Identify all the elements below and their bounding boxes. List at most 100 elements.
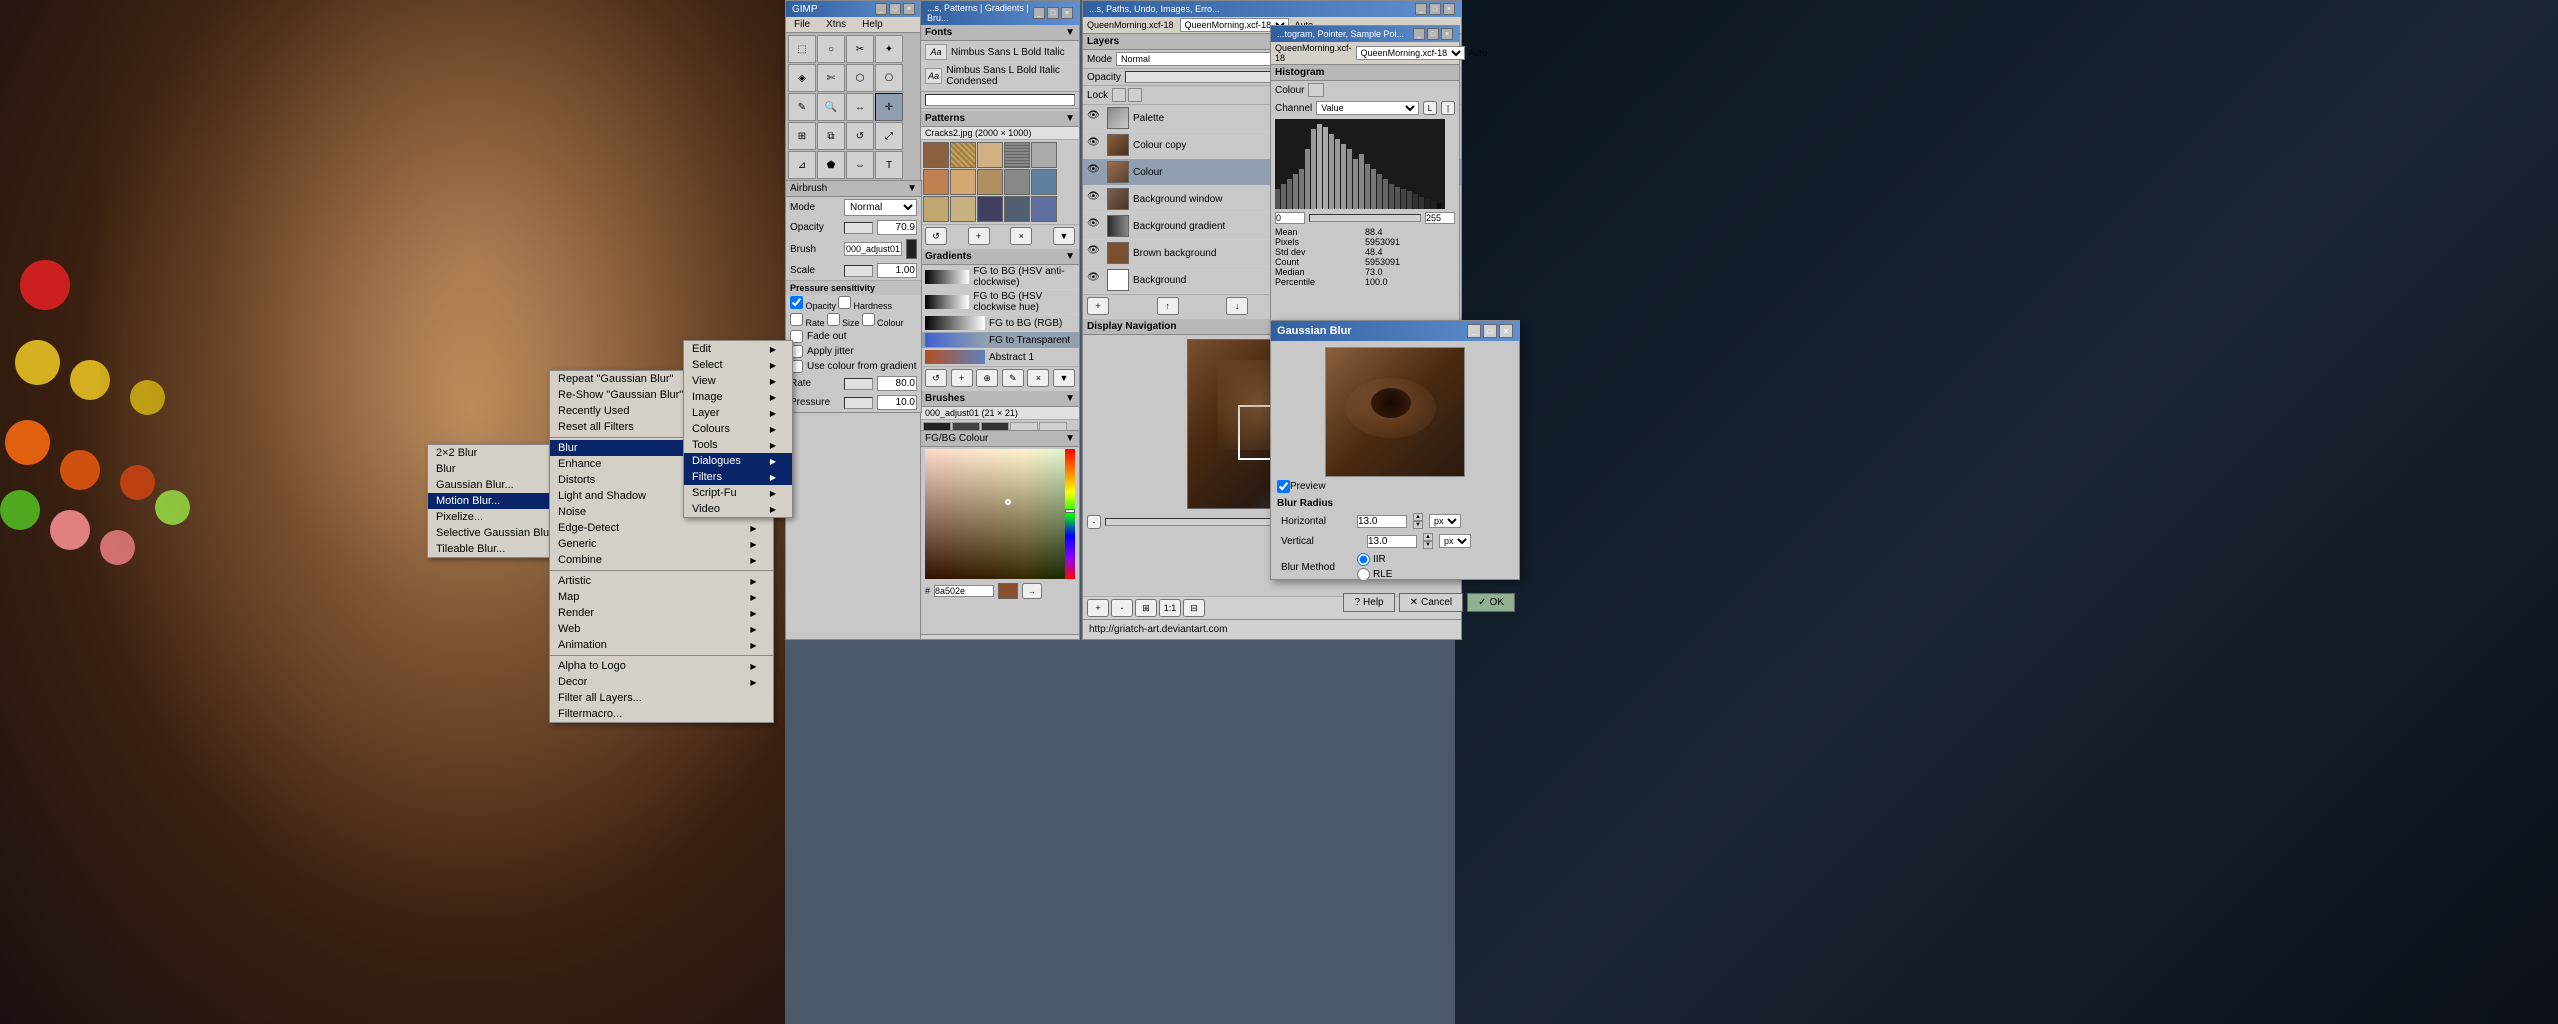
- nav-zoom-out[interactable]: -: [1087, 515, 1101, 529]
- layer-eye-bg-window[interactable]: 👁: [1087, 191, 1103, 207]
- sub-dialogues[interactable]: Dialogues ▶: [684, 453, 792, 469]
- tool-color-picker[interactable]: ✎: [788, 93, 816, 121]
- gaussian-dialog-controls[interactable]: _ □ ×: [1467, 324, 1513, 338]
- tool-rotate[interactable]: ↺: [846, 122, 874, 150]
- layer-btn-lower[interactable]: ↓: [1226, 297, 1248, 315]
- sub-layer[interactable]: Layer ▶: [684, 405, 792, 421]
- tool-text[interactable]: T: [875, 151, 903, 179]
- gradient-btn-menu[interactable]: ▼: [1053, 369, 1075, 387]
- tool-flip[interactable]: ⇔: [846, 151, 874, 179]
- tool-shear[interactable]: ⊿: [788, 151, 816, 179]
- pattern-btn-new[interactable]: +: [968, 227, 990, 245]
- sub-edit[interactable]: Edit ▶: [684, 341, 792, 357]
- airbrush-scale-input[interactable]: [877, 263, 917, 278]
- sub-colours[interactable]: Colours ▶: [684, 421, 792, 437]
- tool-options-controls[interactable]: _ □ ×: [1033, 7, 1073, 19]
- vertical-down[interactable]: ▼: [1423, 541, 1433, 549]
- filters-combine[interactable]: Combine ▶: [550, 552, 773, 568]
- tool-align[interactable]: ⊞: [788, 122, 816, 150]
- tool-select-color[interactable]: ◈: [788, 64, 816, 92]
- font-item-1[interactable]: Aa Nimbus Sans L Bold Italic Condensed: [921, 63, 1079, 90]
- layer-eye-bg-gradient[interactable]: 👁: [1087, 218, 1103, 234]
- pattern-btn-refresh[interactable]: ↺: [925, 227, 947, 245]
- filters-map[interactable]: Map ▶: [550, 589, 773, 605]
- gaussian-maximize[interactable]: □: [1483, 324, 1497, 338]
- img-win-maximize[interactable]: □: [1429, 3, 1441, 15]
- airbrush-opacity-input[interactable]: [877, 220, 917, 235]
- gradient-btn-duplicate[interactable]: ⊕: [976, 369, 998, 387]
- tool-options-close[interactable]: ×: [1061, 7, 1073, 19]
- layer-btn-new[interactable]: +: [1087, 297, 1109, 315]
- airbrush-rate-input[interactable]: [877, 376, 917, 391]
- tool-perspective[interactable]: ⬟: [817, 151, 845, 179]
- sub-select[interactable]: Select ▶: [684, 357, 792, 373]
- histogram-win-controls[interactable]: _ □ ×: [1413, 28, 1453, 40]
- gaussian-minimize[interactable]: _: [1467, 324, 1481, 338]
- airbrush-brush-select[interactable]: 000_adjust01: [844, 242, 902, 256]
- method-rle-radio[interactable]: [1357, 568, 1370, 581]
- pattern-12[interactable]: [977, 196, 1003, 222]
- layer-eye-background[interactable]: 👁: [1087, 272, 1103, 288]
- image-window-controls[interactable]: _ □ ×: [1415, 3, 1455, 15]
- layer-eye-colour-copy[interactable]: 👁: [1087, 137, 1103, 153]
- sub-scriptfu[interactable]: Script-Fu ▶: [684, 485, 792, 501]
- tool-crop[interactable]: ⧉: [817, 122, 845, 150]
- pattern-6[interactable]: [950, 169, 976, 195]
- lock-icon-0[interactable]: [1112, 88, 1126, 102]
- gradient-item-4[interactable]: Abstract 1: [921, 349, 1079, 366]
- menu-help[interactable]: Help: [858, 18, 887, 31]
- pattern-8[interactable]: [1004, 169, 1030, 195]
- gradient-item-0[interactable]: FG to BG (HSV anti-clockwise): [921, 265, 1079, 290]
- filters-decor[interactable]: Decor ▶: [550, 674, 773, 690]
- histogram-maximize[interactable]: □: [1427, 28, 1439, 40]
- airbrush-pressure-slider[interactable]: [844, 397, 873, 409]
- airbrush-brush-preview[interactable]: [906, 239, 917, 259]
- gaussian-help-btn[interactable]: ? Help: [1343, 593, 1394, 612]
- toolbox-window-controls[interactable]: _ □ ×: [875, 3, 915, 15]
- filters-filter-all[interactable]: Filter all Layers...: [550, 690, 773, 706]
- img-btn-shrink[interactable]: ⊟: [1183, 599, 1205, 617]
- font-item-0[interactable]: Aa Nimbus Sans L Bold Italic: [921, 42, 1079, 63]
- pattern-3[interactable]: [1004, 142, 1030, 168]
- tool-ellipse-select[interactable]: ○: [817, 35, 845, 63]
- filters-alpha-logo[interactable]: Alpha to Logo ▶: [550, 658, 773, 674]
- gradient-btn-refresh[interactable]: ↺: [925, 369, 947, 387]
- tool-options-minimize[interactable]: _: [1033, 7, 1045, 19]
- img-win-minimize[interactable]: _: [1415, 3, 1427, 15]
- filters-artistic[interactable]: Artistic ▶: [550, 573, 773, 589]
- pattern-1[interactable]: [950, 142, 976, 168]
- img-btn-1to1[interactable]: 1:1: [1159, 599, 1181, 617]
- menu-file[interactable]: File: [790, 18, 814, 31]
- img-btn-fit[interactable]: ⊞: [1135, 599, 1157, 617]
- gaussian-ok-btn[interactable]: ✓ OK: [1467, 593, 1515, 612]
- filters-animation[interactable]: Animation ▶: [550, 637, 773, 653]
- sub-view[interactable]: View ▶: [684, 373, 792, 389]
- pattern-11[interactable]: [950, 196, 976, 222]
- layer-eye-palette[interactable]: 👁: [1087, 110, 1103, 126]
- vertical-up[interactable]: ▲: [1423, 533, 1433, 541]
- pattern-5[interactable]: [923, 169, 949, 195]
- histogram-range-min[interactable]: [1275, 212, 1305, 224]
- gradient-item-1[interactable]: FG to BG (HSV clockwise hue): [921, 290, 1079, 315]
- sub-tools[interactable]: Tools ▶: [684, 437, 792, 453]
- gaussian-vertical-input[interactable]: [1367, 535, 1417, 548]
- font-search-input[interactable]: [925, 94, 1075, 106]
- tool-scale[interactable]: ⤢: [875, 122, 903, 150]
- pattern-0[interactable]: [923, 142, 949, 168]
- img-win-close[interactable]: ×: [1443, 3, 1455, 15]
- histogram-range-max[interactable]: [1425, 212, 1455, 224]
- gradient-btn-delete[interactable]: ×: [1027, 369, 1049, 387]
- gradient-item-3[interactable]: FG to Transparent: [921, 332, 1079, 349]
- method-iir-radio[interactable]: [1357, 553, 1370, 566]
- tool-rect-select[interactable]: ⬚: [788, 35, 816, 63]
- tool-fuzzy-select[interactable]: ✦: [875, 35, 903, 63]
- toolbox-minimize-btn[interactable]: _: [875, 3, 887, 15]
- tool-options-maximize[interactable]: □: [1047, 7, 1059, 19]
- histogram-range-slider[interactable]: [1309, 214, 1421, 222]
- histogram-linear-btn[interactable]: |: [1441, 101, 1455, 115]
- sub-filters[interactable]: Filters ▶: [684, 469, 792, 485]
- lock-icon-1[interactable]: [1128, 88, 1142, 102]
- pattern-2[interactable]: [977, 142, 1003, 168]
- tool-move[interactable]: ✛: [875, 93, 903, 121]
- tool-scissors[interactable]: ✄: [817, 64, 845, 92]
